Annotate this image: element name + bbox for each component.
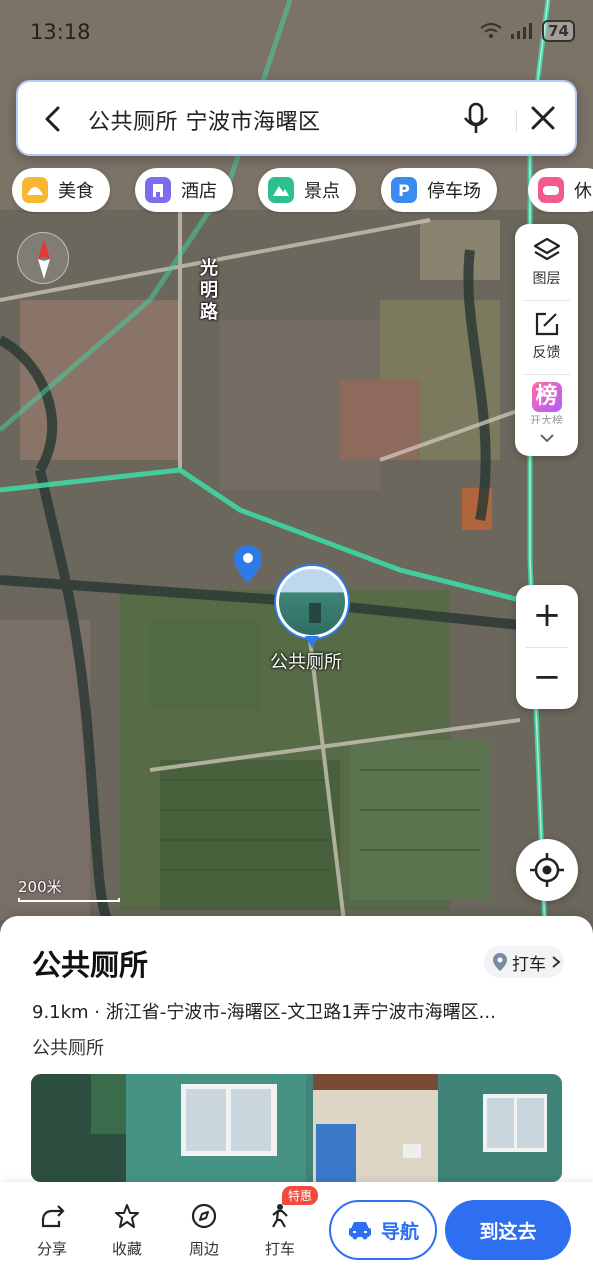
chevron-right-icon (552, 956, 561, 968)
ranking-button[interactable]: 榜 开大榜 (515, 382, 578, 424)
divider (523, 300, 570, 301)
bottom-action-bar: 分享 收藏 周边 打车 特惠 导航 到这去 (0, 1182, 593, 1280)
favorite-button[interactable]: 收藏 (97, 1202, 157, 1259)
status-bar: 13:18 74 (0, 0, 593, 60)
locate-me-button[interactable] (516, 839, 578, 901)
star-icon (115, 1204, 139, 1228)
food-icon (22, 177, 48, 203)
share-icon (41, 1205, 65, 1228)
chip-food[interactable]: 美食 (12, 168, 110, 212)
navigate-label: 导航 (380, 1220, 419, 1243)
taxi-chip-label: 打车 (512, 954, 546, 975)
back-arrow-icon[interactable] (38, 102, 68, 136)
map-tools-panel: 图层 反馈 榜 开大榜 (515, 224, 578, 456)
taxi-chip-button[interactable]: 打车 (484, 946, 564, 978)
chip-label: 酒店 (181, 181, 217, 202)
zoom-in-button[interactable]: + (516, 585, 578, 647)
chip-parking[interactable]: P 停车场 (381, 168, 497, 212)
chevron-down-icon[interactable] (539, 432, 555, 444)
search-divider (516, 110, 517, 132)
compass-button[interactable] (17, 232, 69, 284)
poi-label[interactable]: 公共厕所 (270, 648, 342, 674)
share-button[interactable]: 分享 (22, 1202, 82, 1259)
place-photo[interactable] (31, 1074, 562, 1182)
taxi-label: 打车 (264, 1240, 295, 1258)
layers-label: 图层 (532, 271, 561, 287)
zoom-out-button[interactable]: − (516, 647, 578, 709)
chip-label: 停车场 (427, 181, 481, 202)
compass-nearby-icon (191, 1203, 217, 1229)
search-bar[interactable]: 公共厕所 宁波市海曙区 (16, 80, 577, 156)
place-address: 9.1km · 浙江省-宁波市-海曙区-文卫路1弄宁波市海曙区... (32, 1002, 496, 1023)
close-icon[interactable] (523, 98, 563, 138)
promo-badge: 特惠 (282, 1186, 319, 1205)
wifi-icon (480, 23, 502, 38)
scenic-icon (268, 177, 294, 203)
zoom-controls: + − (516, 585, 578, 709)
battery-indicator: 74 (542, 20, 575, 42)
nearby-label: 周边 (188, 1240, 219, 1258)
place-title: 公共厕所 (32, 948, 149, 982)
status-time: 13:18 (30, 20, 91, 44)
navigate-button[interactable]: 导航 (329, 1200, 437, 1260)
layers-icon (533, 237, 560, 261)
person-waving-icon (272, 1204, 288, 1228)
place-category: 公共厕所 (32, 1038, 104, 1059)
feedback-edit-icon (535, 312, 558, 336)
layers-button[interactable]: 图层 (515, 236, 578, 288)
parking-icon: P (391, 177, 417, 203)
scale-bar (18, 898, 120, 902)
taxi-button[interactable]: 打车 (250, 1202, 310, 1259)
scale-label: 200米 (18, 878, 62, 896)
chip-hotel[interactable]: 酒店 (135, 168, 233, 212)
share-label: 分享 (36, 1240, 67, 1258)
ranking-icon: 榜 (531, 382, 562, 412)
search-query[interactable]: 公共厕所 宁波市海曙区 (88, 104, 321, 136)
signal-icon (511, 23, 533, 39)
microphone-icon[interactable] (456, 98, 496, 138)
go-here-label: 到这去 (479, 1220, 537, 1243)
chip-label: 休 (574, 181, 592, 202)
compass-icon (38, 239, 50, 279)
car-icon (348, 1222, 371, 1240)
road-label: 光明路 (200, 258, 218, 323)
favorite-label: 收藏 (111, 1240, 142, 1258)
chip-scenic[interactable]: 景点 (258, 168, 356, 212)
location-pin-icon[interactable] (232, 543, 264, 585)
feedback-button[interactable]: 反馈 (515, 310, 578, 362)
map-scale: 200米 (18, 876, 120, 902)
nearby-button[interactable]: 周边 (174, 1202, 234, 1259)
chip-label: 景点 (304, 181, 340, 202)
hotel-icon (145, 177, 171, 203)
status-icons: 74 (480, 20, 575, 42)
poi-photo (276, 566, 348, 638)
poi-photo-marker[interactable] (276, 566, 348, 652)
feedback-label: 反馈 (532, 345, 561, 361)
leisure-icon (538, 177, 564, 203)
crosshair-icon (530, 853, 564, 887)
category-chips: 美食 酒店 景点 P 停车场 休 (12, 168, 593, 214)
chip-label: 美食 (58, 181, 94, 202)
divider (523, 374, 570, 375)
toilet-building-photo (31, 1074, 562, 1182)
ranking-label: 开大榜 (530, 414, 563, 424)
location-pin-icon (493, 953, 507, 971)
go-here-button[interactable]: 到这去 (445, 1200, 571, 1260)
map-view[interactable]: 13:18 74 公共厕所 宁波市海曙区 美食 酒店 景点 P 停车场 休 光明… (0, 0, 593, 930)
chip-leisure[interactable]: 休 (528, 168, 593, 212)
